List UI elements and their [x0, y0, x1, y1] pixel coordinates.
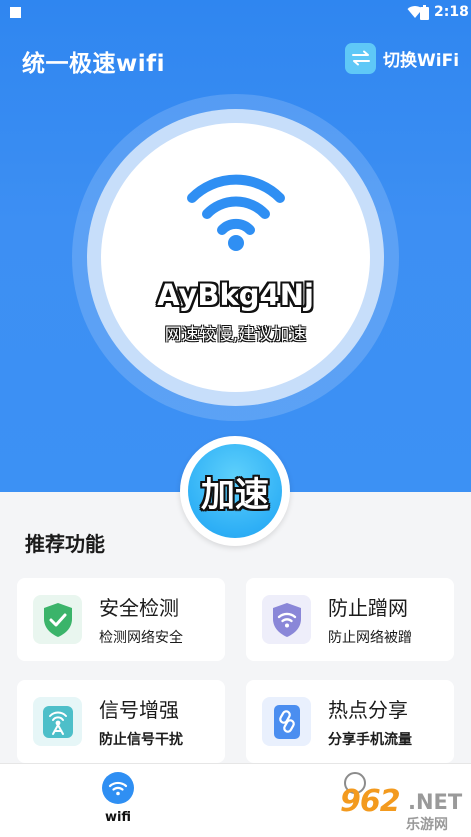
nav-wifi-label: wifi	[104, 810, 132, 825]
card-title: 热点分享	[328, 698, 408, 722]
status-circle	[101, 123, 370, 392]
signal-tower-icon	[33, 697, 82, 746]
speed-up-button[interactable]: 加速	[188, 444, 282, 538]
switch-wifi-label: 切换WiFi	[383, 50, 460, 71]
card-hotspot-share[interactable]: 热点分享 分享手机流量	[246, 680, 454, 763]
bottom-nav: wifi	[0, 763, 471, 837]
network-speed-hint: 网速较慢,建议加速	[164, 325, 307, 345]
network-name: AyBkg4Nj	[157, 278, 314, 312]
shield-wifi-icon	[262, 595, 311, 644]
battery-icon	[420, 5, 429, 20]
card-anti-freeload[interactable]: 防止蹭网 防止网络被蹭	[246, 578, 454, 661]
card-subtitle: 防止网络被蹭	[328, 630, 412, 646]
section-title: 推荐功能	[25, 532, 105, 556]
app-title: 统一极速wifi	[22, 51, 166, 77]
notification-icon	[10, 7, 21, 18]
wifi-icon	[102, 772, 134, 804]
swap-arrows-icon	[345, 42, 376, 74]
card-security-check[interactable]: 安全检测 检测网络安全	[17, 578, 225, 661]
card-title: 安全检测	[99, 596, 179, 620]
card-title: 防止蹭网	[328, 596, 408, 620]
status-time: 2:18	[434, 4, 469, 20]
card-signal-boost[interactable]: 信号增强 防止信号干扰	[17, 680, 225, 763]
card-subtitle: 防止信号干扰	[99, 732, 183, 748]
wifi-icon	[187, 174, 285, 251]
switch-wifi-button[interactable]: 切换WiFi	[345, 42, 459, 74]
speed-up-label: 加速	[201, 474, 269, 515]
profile-icon	[344, 772, 366, 794]
nav-item-wifi[interactable]: wifi	[96, 772, 140, 825]
link-icon	[262, 697, 311, 746]
card-subtitle: 检测网络安全	[99, 630, 183, 646]
nav-item-profile[interactable]	[333, 772, 377, 794]
card-title: 信号增强	[99, 698, 179, 722]
status-bar: 2:18	[0, 0, 471, 26]
shield-check-icon	[33, 595, 82, 644]
card-subtitle: 分享手机流量	[328, 732, 412, 748]
